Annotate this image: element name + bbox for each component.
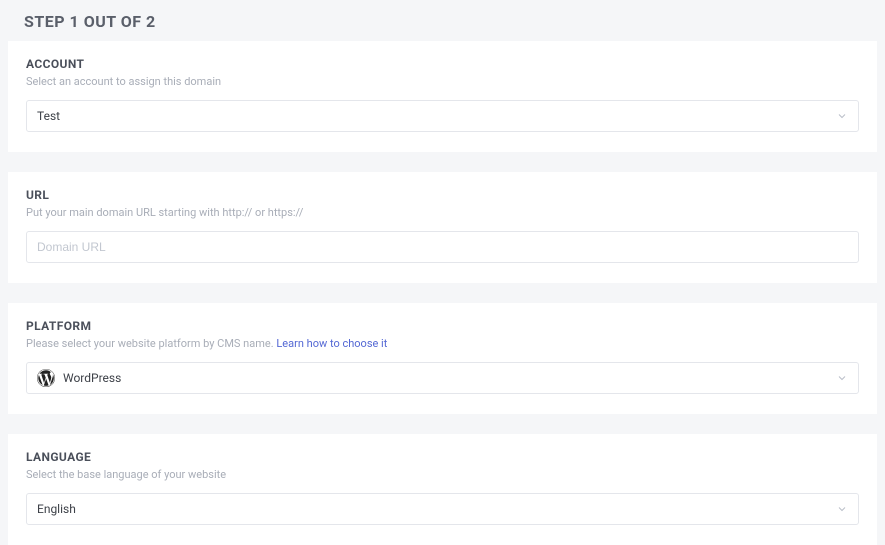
language-title: LANGUAGE xyxy=(26,450,859,464)
url-title: URL xyxy=(26,188,859,202)
wordpress-icon xyxy=(37,369,55,387)
platform-select-value: WordPress xyxy=(63,371,836,385)
platform-learn-link[interactable]: Learn how to choose it xyxy=(276,337,387,350)
account-subtitle: Select an account to assign this domain xyxy=(26,75,859,88)
language-card: LANGUAGE Select the base language of you… xyxy=(8,434,877,545)
account-card: ACCOUNT Select an account to assign this… xyxy=(8,41,877,152)
language-select[interactable]: English xyxy=(26,493,859,525)
url-subtitle: Put your main domain URL starting with h… xyxy=(26,206,859,219)
platform-card: PLATFORM Please select your website plat… xyxy=(8,303,877,414)
platform-subtitle-text: Please select your website platform by C… xyxy=(26,337,276,350)
chevron-down-icon xyxy=(836,372,848,384)
page-title: STEP 1 OUT OF 2 xyxy=(0,0,885,41)
language-select-value: English xyxy=(37,502,836,516)
url-input[interactable] xyxy=(37,240,848,254)
account-title: ACCOUNT xyxy=(26,57,859,71)
language-subtitle: Select the base language of your website xyxy=(26,468,859,481)
platform-title: PLATFORM xyxy=(26,319,859,333)
url-card: URL Put your main domain URL starting wi… xyxy=(8,172,877,283)
platform-subtitle: Please select your website platform by C… xyxy=(26,337,859,350)
url-input-wrap xyxy=(26,231,859,263)
chevron-down-icon xyxy=(836,503,848,515)
account-select[interactable]: Test xyxy=(26,100,859,132)
platform-select[interactable]: WordPress xyxy=(26,362,859,394)
chevron-down-icon xyxy=(836,110,848,122)
account-select-value: Test xyxy=(37,109,836,123)
